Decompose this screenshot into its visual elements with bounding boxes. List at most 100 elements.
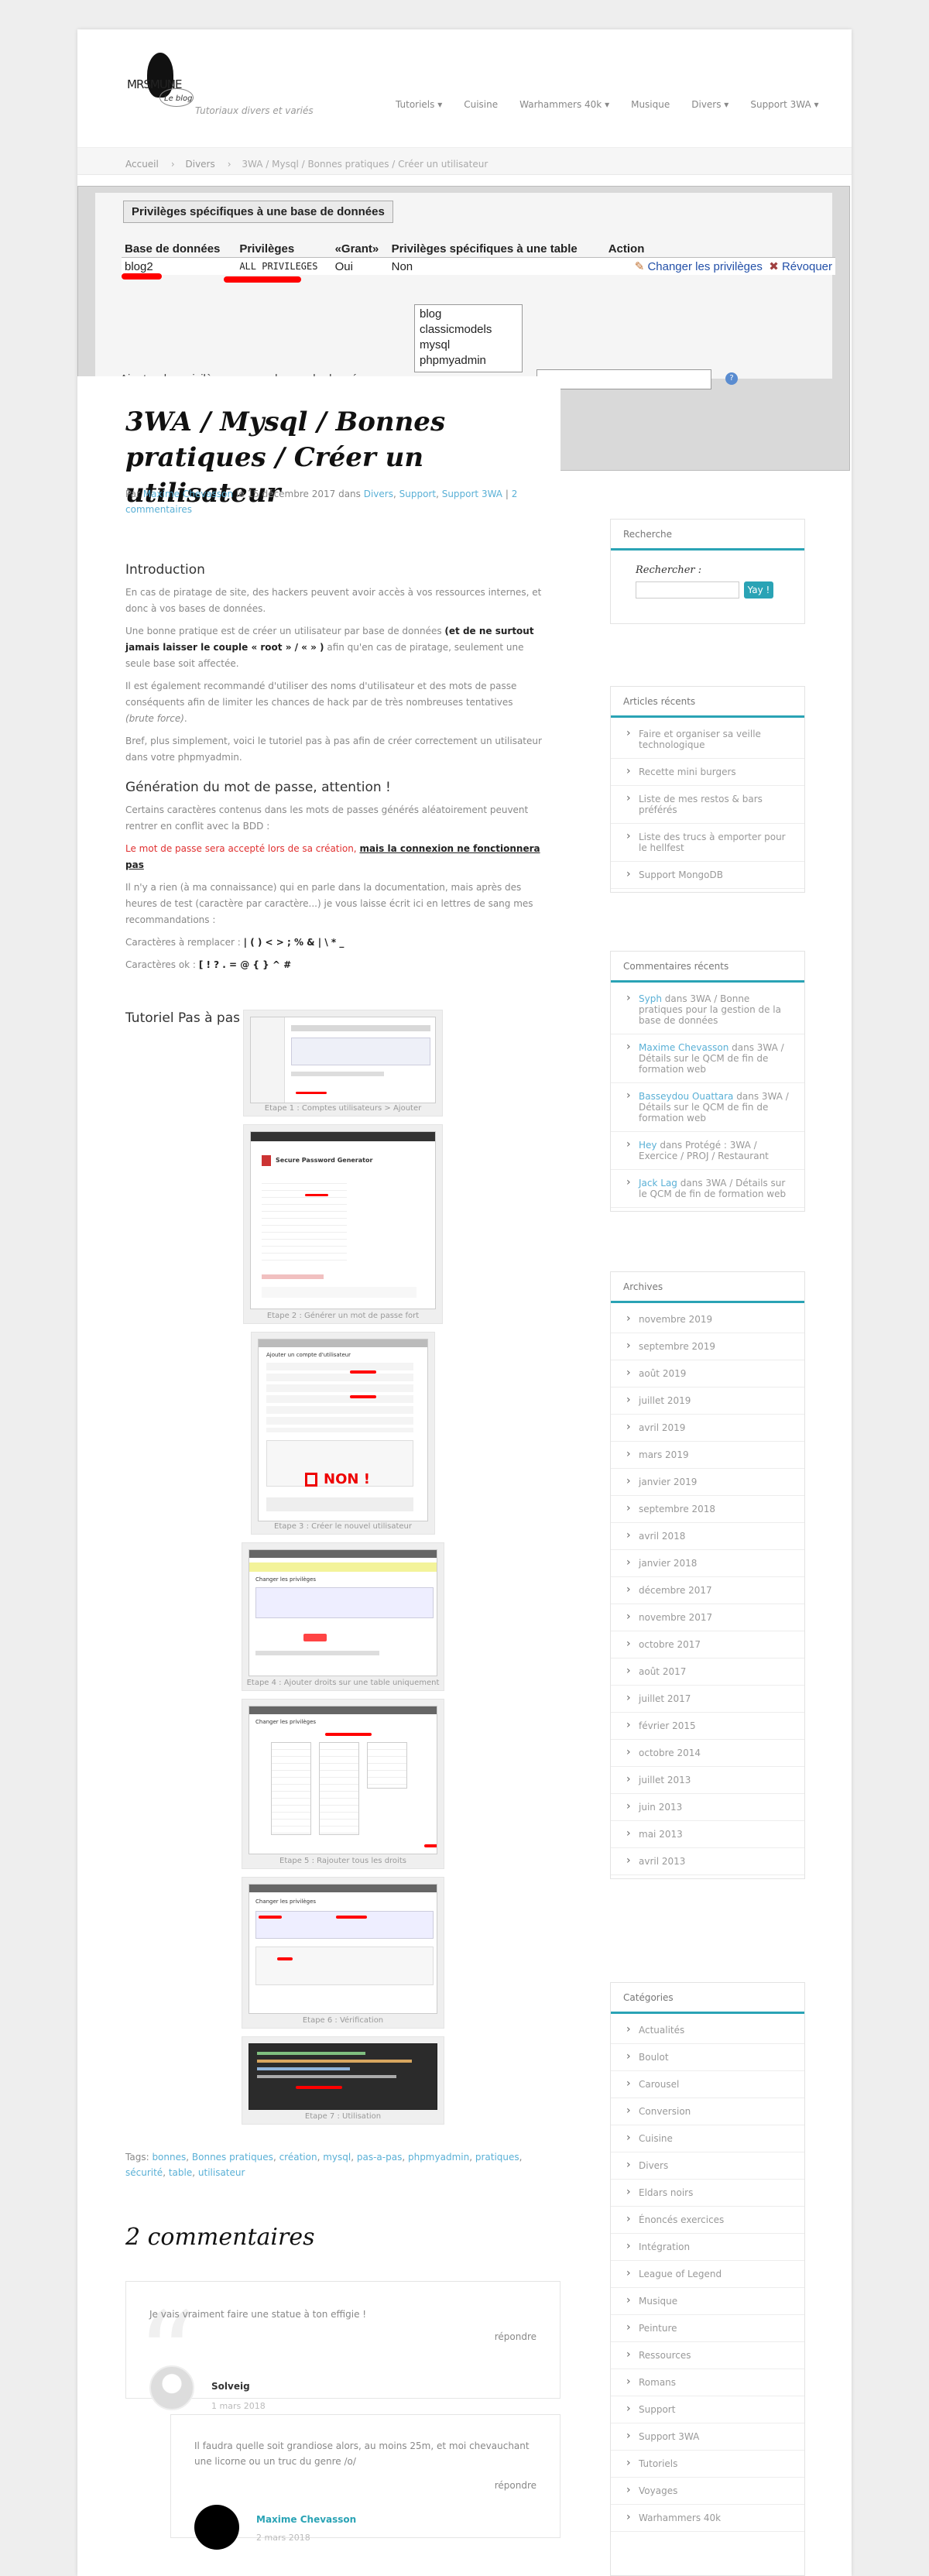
- list-item[interactable]: Musique: [611, 2288, 804, 2315]
- revoke-link[interactable]: Révoquer: [782, 260, 832, 273]
- nav-support-3wa[interactable]: Support 3WA ▾: [739, 99, 829, 110]
- archive-link[interactable]: octobre 2014: [639, 1748, 701, 1758]
- category-link[interactable]: Conversion: [639, 2106, 691, 2117]
- comment-author-link[interactable]: Basseydou Ouattara: [639, 1091, 733, 1102]
- list-item[interactable]: janvier 2018: [611, 1550, 804, 1577]
- category-link[interactable]: Support 3WA: [639, 2431, 699, 2442]
- list-item[interactable]: Divers: [611, 2152, 804, 2180]
- archive-link[interactable]: juillet 2019: [639, 1395, 691, 1406]
- tag-link[interactable]: pratiques: [475, 2152, 519, 2163]
- archive-link[interactable]: décembre 2017: [639, 1585, 712, 1596]
- archive-link[interactable]: septembre 2018: [639, 1504, 715, 1514]
- comment-author-link[interactable]: Jack Lag: [639, 1178, 677, 1189]
- category-link[interactable]: League of Legend: [639, 2269, 722, 2279]
- category-link[interactable]: Eldars noirs: [639, 2187, 693, 2198]
- change-privileges-link[interactable]: Changer les privilèges: [647, 260, 762, 273]
- list-item[interactable]: juillet 2019: [611, 1387, 804, 1415]
- list-item[interactable]: Liste de mes restos & bars préférés: [611, 786, 804, 824]
- list-item[interactable]: Support 3WA: [611, 2423, 804, 2451]
- tag-link[interactable]: sécurité: [125, 2167, 163, 2178]
- archive-link[interactable]: septembre 2019: [639, 1341, 715, 1352]
- list-item[interactable]: juin 2013: [611, 1794, 804, 1821]
- list-item[interactable]: août 2019: [611, 1360, 804, 1387]
- list-item[interactable]: mysql: [420, 338, 517, 353]
- comment-author-link[interactable]: Syph: [639, 993, 662, 1004]
- list-item[interactable]: octobre 2017: [611, 1631, 804, 1658]
- tag-link[interactable]: bonnes: [152, 2152, 186, 2163]
- list-item[interactable]: avril 2013: [611, 1848, 804, 1875]
- meta-author-link[interactable]: Maxime Chevasson: [143, 489, 233, 499]
- archive-link[interactable]: mai 2013: [639, 1829, 683, 1840]
- recent-post-link[interactable]: Faire et organiser sa veille technologiq…: [639, 729, 761, 750]
- category-link[interactable]: Romans: [639, 2377, 676, 2388]
- comment-author-link[interactable]: Maxime Chevasson: [639, 1042, 728, 1053]
- category-link[interactable]: Énoncés exercices: [639, 2214, 724, 2225]
- reply-link[interactable]: répondre: [495, 2480, 536, 2491]
- category-link[interactable]: Peinture: [639, 2323, 677, 2334]
- list-item[interactable]: avril 2018: [611, 1523, 804, 1550]
- list-item[interactable]: blog: [420, 307, 517, 322]
- tag-link[interactable]: création: [279, 2152, 317, 2163]
- archive-link[interactable]: août 2019: [639, 1368, 686, 1379]
- list-item[interactable]: octobre 2014: [611, 1740, 804, 1767]
- archive-link[interactable]: janvier 2019: [639, 1477, 697, 1487]
- archive-link[interactable]: novembre 2019: [639, 1314, 712, 1325]
- add-privileges-input[interactable]: [536, 369, 711, 389]
- meta-category-link[interactable]: Divers: [364, 489, 393, 499]
- archive-link[interactable]: octobre 2017: [639, 1639, 701, 1650]
- list-item[interactable]: Support: [611, 2396, 804, 2423]
- recent-post-link[interactable]: Recette mini burgers: [639, 767, 736, 777]
- list-item[interactable]: Conversion: [611, 2098, 804, 2125]
- archive-link[interactable]: mars 2019: [639, 1449, 689, 1460]
- step-2-image[interactable]: Secure Password Generator Etape 2 : Géné…: [243, 1124, 443, 1324]
- category-link[interactable]: Warhammers 40k: [639, 2513, 721, 2523]
- list-item[interactable]: Intégration: [611, 2234, 804, 2261]
- list-item[interactable]: septembre 2018: [611, 1496, 804, 1523]
- list-item[interactable]: mai 2013: [611, 1821, 804, 1848]
- list-item[interactable]: Support MongoDB: [611, 862, 804, 889]
- nav-tutoriels[interactable]: Tutoriels ▾: [385, 99, 453, 110]
- list-item[interactable]: mars 2019: [611, 1442, 804, 1469]
- category-link[interactable]: Musique: [639, 2296, 677, 2307]
- archive-link[interactable]: juillet 2013: [639, 1775, 691, 1785]
- step-1-image[interactable]: Etape 1 : Comptes utilisateurs > Ajouter: [243, 1010, 443, 1116]
- breadcrumb-divers[interactable]: Divers: [186, 159, 215, 170]
- reply-link[interactable]: répondre: [495, 2331, 536, 2342]
- tag-link[interactable]: table: [169, 2167, 192, 2178]
- step-6-image[interactable]: Changer les privilèges Etape 6 : Vérific…: [242, 1877, 444, 2029]
- nav-musique[interactable]: Musique: [620, 99, 680, 110]
- list-item[interactable]: Voyages: [611, 2478, 804, 2505]
- list-item[interactable]: août 2017: [611, 1658, 804, 1686]
- step-3-image[interactable]: Ajouter un compte d'utilisateur NON ! Et…: [251, 1332, 435, 1535]
- step-4-image[interactable]: Changer les privilèges Etape 4 : Ajouter…: [242, 1542, 444, 1691]
- nav-cuisine[interactable]: Cuisine: [453, 99, 509, 110]
- list-item[interactable]: avril 2019: [611, 1415, 804, 1442]
- list-item[interactable]: Carousel: [611, 2071, 804, 2098]
- recent-post-link[interactable]: Support MongoDB: [639, 870, 723, 880]
- list-item[interactable]: Boulot: [611, 2044, 804, 2071]
- archive-link[interactable]: avril 2018: [639, 1531, 685, 1542]
- archive-link[interactable]: juillet 2017: [639, 1693, 691, 1704]
- comment-author[interactable]: Maxime Chevasson: [256, 2514, 356, 2525]
- tag-link[interactable]: pas-a-pas: [357, 2152, 402, 2163]
- list-item[interactable]: février 2015: [611, 1713, 804, 1740]
- list-item[interactable]: phpmyadmin: [420, 353, 517, 369]
- list-item[interactable]: Faire et organiser sa veille technologiq…: [611, 721, 804, 759]
- list-item[interactable]: Peinture: [611, 2315, 804, 2342]
- category-link[interactable]: Actualités: [639, 2025, 684, 2036]
- list-item[interactable]: juillet 2017: [611, 1686, 804, 1713]
- search-button[interactable]: Yay !: [744, 581, 773, 599]
- tag-link[interactable]: mysql: [323, 2152, 351, 2163]
- breadcrumb-home[interactable]: Accueil: [125, 159, 159, 170]
- list-item[interactable]: classicmodels: [420, 322, 517, 338]
- archive-link[interactable]: avril 2019: [639, 1422, 685, 1433]
- nav-warhammers[interactable]: Warhammers 40k ▾: [509, 99, 620, 110]
- category-link[interactable]: Carousel: [639, 2079, 679, 2090]
- help-icon[interactable]: ?: [725, 372, 738, 385]
- archive-link[interactable]: juin 2013: [639, 1802, 682, 1813]
- archive-link[interactable]: janvier 2018: [639, 1558, 697, 1569]
- nav-divers[interactable]: Divers ▾: [680, 99, 739, 110]
- list-item[interactable]: League of Legend: [611, 2261, 804, 2288]
- step-7-image[interactable]: Etape 7 : Utilisation: [242, 2036, 444, 2125]
- list-item[interactable]: juillet 2013: [611, 1767, 804, 1794]
